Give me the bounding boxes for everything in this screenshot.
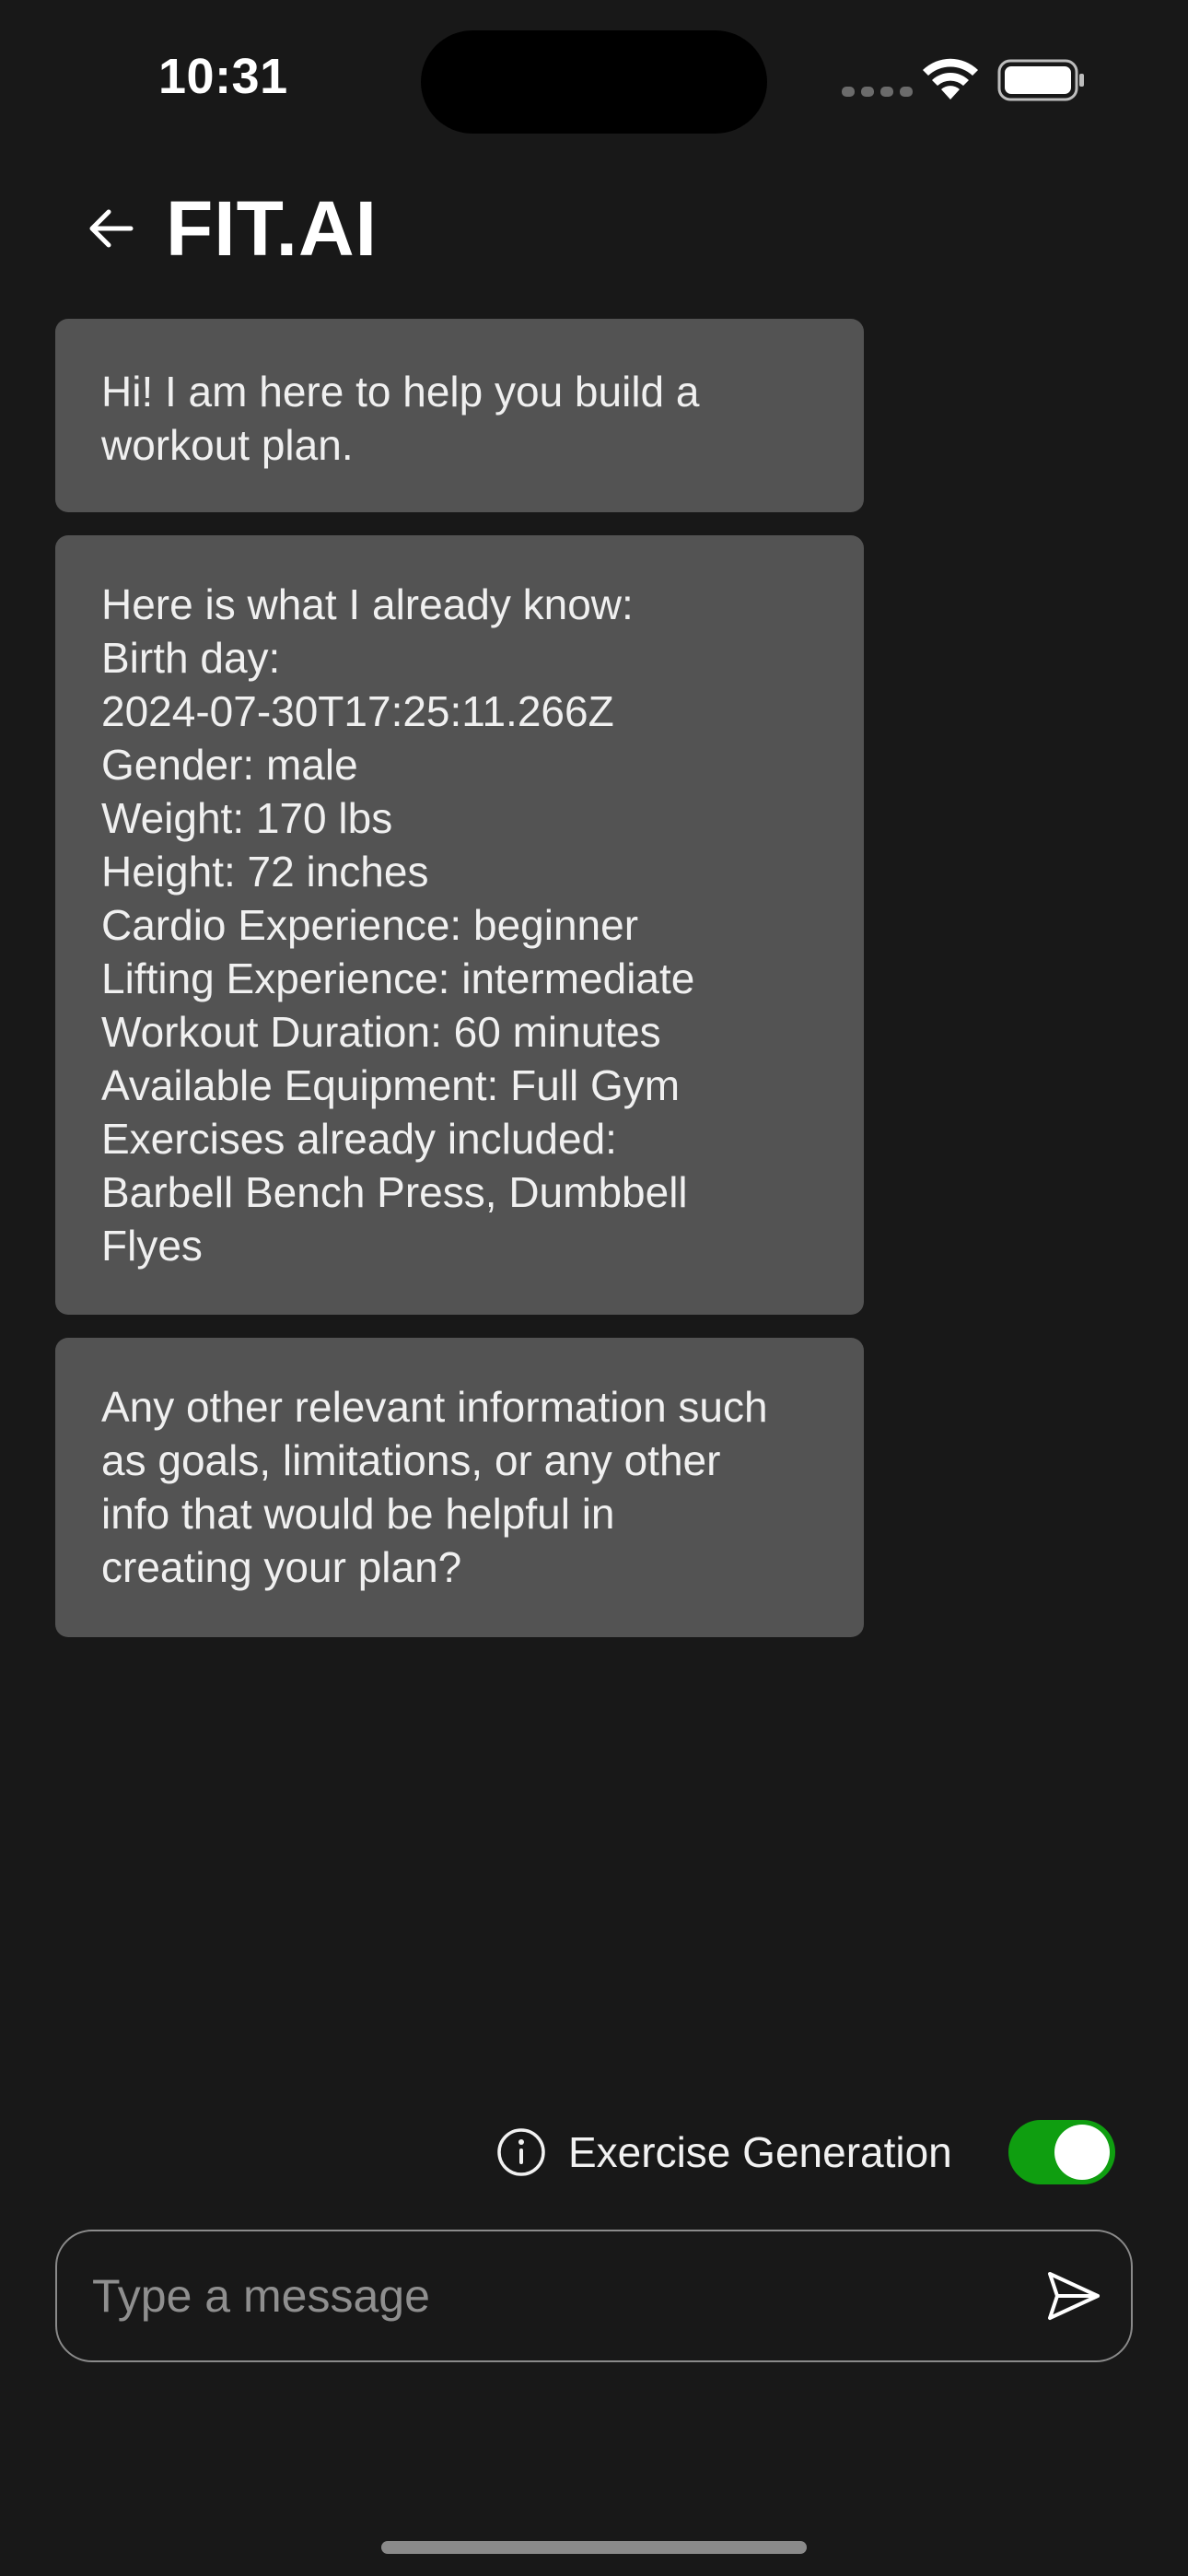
home-indicator bbox=[381, 2541, 807, 2554]
dynamic-island bbox=[421, 30, 767, 134]
message-line: Cardio Experience: beginner bbox=[101, 901, 639, 949]
message-line: Any other relevant information such bbox=[101, 1383, 768, 1431]
message-line: Workout Duration: 60 minutes bbox=[101, 1008, 661, 1056]
message-line: Gender: male bbox=[101, 741, 358, 789]
message-line: info that would be helpful in bbox=[101, 1490, 615, 1538]
chat-screen: 10:31 FIT.AI Hi! I am here to help you b… bbox=[0, 0, 1188, 2576]
toggle-knob bbox=[1054, 2125, 1110, 2180]
message-line: Birth day: bbox=[101, 634, 281, 682]
battery-icon bbox=[997, 59, 1084, 101]
assistant-message-question: Any other relevant information such as g… bbox=[55, 1338, 864, 1637]
page-title: FIT.AI bbox=[166, 185, 378, 272]
message-line: Barbell Bench Press, Dumbbell bbox=[101, 1168, 688, 1216]
message-line: Here is what I already know: bbox=[101, 580, 634, 628]
message-composer bbox=[55, 2230, 1133, 2362]
send-icon bbox=[1048, 2272, 1100, 2320]
assistant-message-greeting: Hi! I am here to help you build a workou… bbox=[55, 319, 864, 512]
message-line: Weight: 170 lbs bbox=[101, 794, 393, 842]
cellular-signal-icon bbox=[842, 87, 913, 97]
back-button[interactable] bbox=[74, 192, 147, 265]
exercise-generation-label: Exercise Generation bbox=[568, 2128, 952, 2176]
message-line: Hi! I am here to help you build a bbox=[101, 368, 700, 416]
status-time: 10:31 bbox=[158, 49, 288, 104]
message-line: Available Equipment: Full Gym bbox=[101, 1061, 681, 1109]
assistant-message-profile: Here is what I already know: Birth day: … bbox=[55, 535, 864, 1315]
arrow-left-icon bbox=[89, 209, 134, 248]
message-line: workout plan. bbox=[101, 421, 354, 469]
message-line: 2024-07-30T17:25:11.266Z bbox=[101, 687, 614, 735]
exercise-generation-toggle[interactable] bbox=[1008, 2120, 1115, 2184]
wifi-icon bbox=[923, 58, 978, 100]
message-line: Exercises already included: bbox=[101, 1115, 617, 1163]
message-line: as goals, limitations, or any other bbox=[101, 1436, 721, 1484]
message-line: Flyes bbox=[101, 1222, 203, 1270]
message-line: Height: 72 inches bbox=[101, 848, 429, 896]
message-line: creating your plan? bbox=[101, 1543, 462, 1591]
send-button[interactable] bbox=[1041, 2263, 1107, 2329]
message-input[interactable] bbox=[92, 2231, 1013, 2360]
message-line: Lifting Experience: intermediate bbox=[101, 954, 695, 1002]
info-icon[interactable] bbox=[495, 2126, 547, 2178]
